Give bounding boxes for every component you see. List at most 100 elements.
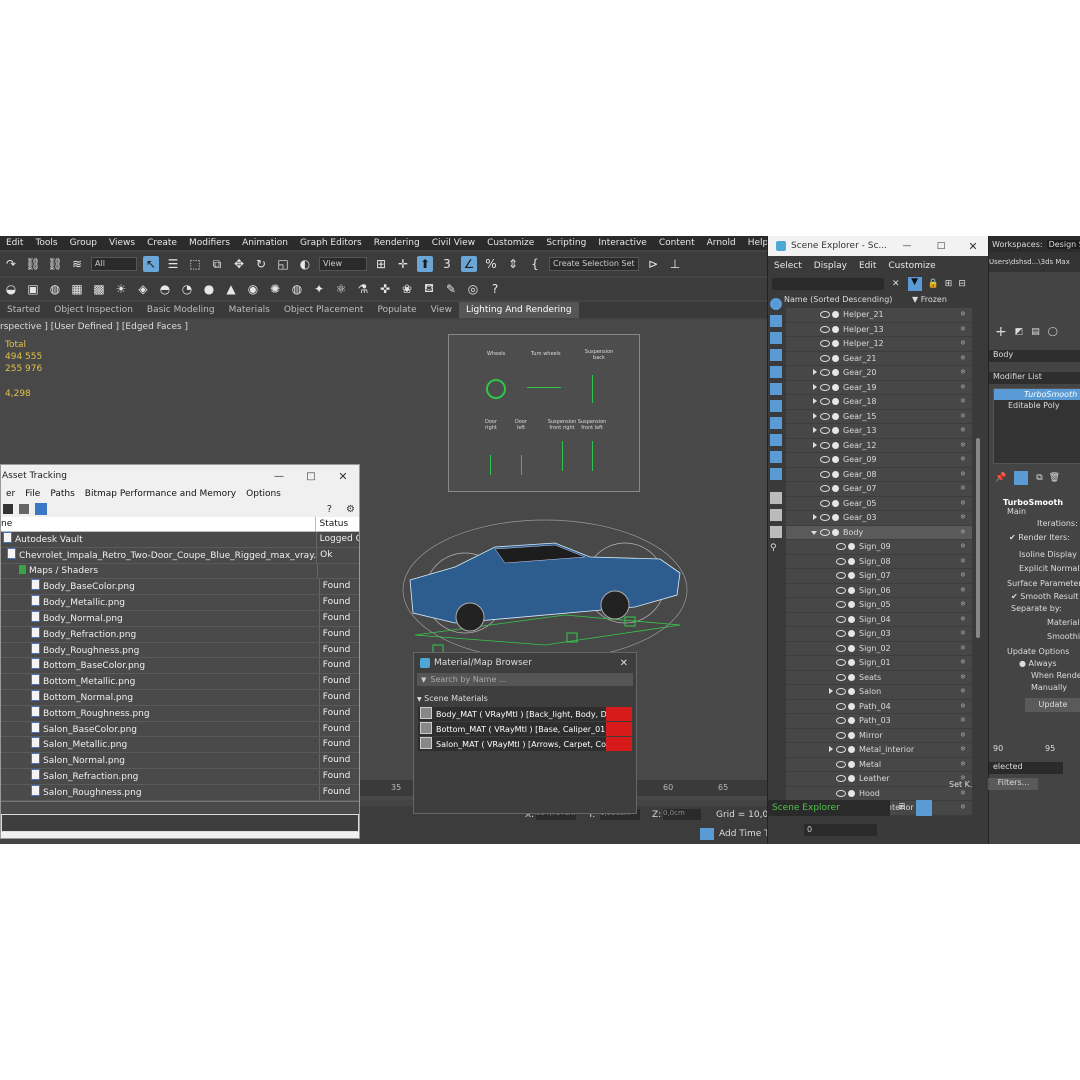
visibility-eye-icon[interactable] — [820, 441, 830, 449]
visibility-eye-icon[interactable] — [820, 311, 830, 319]
list-item[interactable]: Gear_15 ❄ — [786, 409, 972, 424]
link-icon[interactable]: ⛓ — [25, 256, 41, 272]
visibility-eye-icon[interactable] — [836, 673, 846, 681]
object-name-field[interactable]: Body — [989, 350, 1080, 362]
move-icon[interactable]: ✥ — [231, 256, 247, 272]
list-item[interactable]: Hood ❄ — [786, 786, 972, 801]
freeze-icon[interactable]: ❄ — [960, 424, 966, 438]
object-render-icon[interactable] — [832, 485, 839, 493]
table-row[interactable]: Autodesk Vault Logged O — [1, 532, 359, 548]
list-item[interactable]: Gear_05 ❄ — [786, 496, 972, 511]
visibility-eye-icon[interactable] — [820, 470, 830, 478]
table-row[interactable]: Bottom_Roughness.png Found — [1, 705, 359, 722]
menu-item-modifiers[interactable]: Modifiers — [183, 238, 236, 248]
object-render-icon[interactable] — [832, 499, 839, 507]
render-frame-icon[interactable]: ▦ — [69, 281, 85, 297]
col-frozen[interactable]: ▼ Frozen — [912, 295, 947, 304]
asset-menu-file[interactable]: File — [20, 489, 45, 499]
bind-spacewarp-icon[interactable]: ≋ — [69, 256, 85, 272]
snaps-toggle-icon[interactable]: 3 — [439, 256, 455, 272]
close-icon[interactable]: ✕ — [327, 470, 359, 483]
freeze-icon[interactable]: ❄ — [960, 308, 966, 322]
turn-wheels-slider[interactable] — [527, 387, 561, 388]
list-item[interactable]: Sign_04 ❄ — [786, 612, 972, 627]
frame-spinner[interactable]: 0 — [804, 824, 877, 836]
scale-icon[interactable]: ◱ — [275, 256, 291, 272]
select-none-icon[interactable] — [770, 509, 782, 521]
search-input[interactable]: Search by Name ... — [430, 675, 506, 684]
flask-icon[interactable]: ⚗ — [355, 281, 371, 297]
scene-menu-display[interactable]: Display — [808, 261, 853, 271]
object-render-icon[interactable] — [848, 557, 855, 565]
car-model-wireframe[interactable] — [395, 495, 695, 665]
object-render-icon[interactable] — [832, 427, 839, 435]
redo-icon[interactable]: ↷ — [3, 256, 19, 272]
list-item[interactable]: Helper_13 ❄ — [786, 322, 972, 337]
table-row[interactable]: Maps / Shaders — [1, 563, 359, 580]
list-item[interactable]: Sign_03 ❄ — [786, 627, 972, 642]
object-render-icon[interactable] — [848, 731, 855, 739]
visibility-eye-icon[interactable] — [836, 688, 846, 696]
sun-icon[interactable]: ✺ — [267, 281, 283, 297]
table-view-icon[interactable] — [19, 504, 29, 514]
select-by-name-icon[interactable]: ☰ — [165, 256, 181, 272]
visibility-eye-icon[interactable] — [820, 383, 830, 391]
door-right-slider[interactable] — [490, 455, 491, 475]
funnel-icon[interactable]: ⚲ — [770, 543, 782, 555]
render-iters-checkbox[interactable]: ✔ Render Iters: — [1009, 533, 1080, 542]
render-icon[interactable]: ▩ — [91, 281, 107, 297]
show-end-result-icon[interactable] — [1014, 471, 1029, 485]
object-render-icon[interactable] — [848, 659, 855, 667]
modify-tab-icon[interactable]: ◩ — [1015, 327, 1024, 337]
unlink-icon[interactable]: ⛓ — [47, 256, 63, 272]
layer-icon[interactable]: ⊟ — [958, 279, 966, 289]
freeze-icon[interactable]: ❄ — [960, 381, 966, 395]
object-render-icon[interactable] — [848, 644, 855, 652]
expand-arrow-icon[interactable] — [829, 688, 833, 694]
freeze-icon[interactable]: ❄ — [960, 555, 966, 569]
visibility-eye-icon[interactable] — [836, 775, 846, 783]
remove-modifier-icon[interactable]: 🗑 — [1049, 473, 1060, 483]
table-row[interactable]: Body_Roughness.png Found — [1, 642, 359, 659]
visibility-eye-icon[interactable] — [820, 427, 830, 435]
visibility-eye-icon[interactable] — [836, 659, 846, 667]
scene-search-input[interactable] — [772, 278, 884, 290]
visibility-eye-icon[interactable] — [820, 528, 830, 536]
visibility-eye-icon[interactable] — [820, 456, 830, 464]
pivot-icon[interactable]: ⊞ — [373, 256, 389, 272]
keyboard-shortcut-icon[interactable]: ⬆ — [417, 256, 433, 272]
help-icon[interactable]: ? — [487, 281, 503, 297]
list-item[interactable]: Gear_08 ❄ — [786, 467, 972, 482]
visibility-eye-icon[interactable] — [820, 325, 830, 333]
expand-arrow-icon[interactable] — [829, 746, 833, 752]
object-render-icon[interactable] — [832, 514, 839, 522]
col-status-header[interactable]: Status — [316, 517, 359, 531]
list-item[interactable]: Sign_05 ❄ — [786, 598, 972, 613]
reference-coord-dropdown[interactable]: View — [319, 257, 367, 271]
menu-item-edit[interactable]: Edit — [0, 238, 29, 248]
expand-arrow-icon[interactable] — [813, 369, 817, 375]
visibility-eye-icon[interactable] — [836, 731, 846, 739]
ribbon-tab-basic-modeling[interactable]: Basic Modeling — [140, 302, 222, 318]
percent-snap-icon[interactable]: % — [483, 256, 499, 272]
visibility-eye-icon[interactable] — [836, 644, 846, 652]
create-tab-icon[interactable]: + — [995, 324, 1007, 340]
menu-item-interactive[interactable]: Interactive — [592, 238, 652, 248]
filter-icon[interactable]: ▼ — [907, 277, 922, 291]
placement-icon[interactable]: ◐ — [297, 256, 313, 272]
list-item[interactable]: Sign_09 ❄ — [786, 540, 972, 555]
rotate-icon[interactable]: ↻ — [253, 256, 269, 272]
expand-arrow-icon[interactable] — [813, 412, 817, 419]
object-render-icon[interactable] — [832, 412, 839, 420]
material-item[interactable]: Bottom_MAT ( VRayMtl ) [Base, Caliper_01… — [418, 722, 632, 736]
rect-selection-icon[interactable]: ⬚ — [187, 256, 203, 272]
freeze-icon[interactable]: ❄ — [960, 758, 966, 772]
wheels-control-circle[interactable] — [486, 379, 506, 399]
disc-icon[interactable]: ◉ — [245, 281, 261, 297]
search-dropdown-icon[interactable]: ▼ — [421, 676, 426, 684]
ribbon-tab-materials[interactable]: Materials — [222, 302, 277, 318]
turbosmooth-rollout[interactable]: TurboSmooth — [1003, 498, 1080, 507]
visibility-eye-icon[interactable] — [836, 543, 846, 551]
table-row[interactable]: Salon_Roughness.png Found — [1, 784, 359, 801]
table-row[interactable]: Salon_Metallic.png Found — [1, 737, 359, 754]
